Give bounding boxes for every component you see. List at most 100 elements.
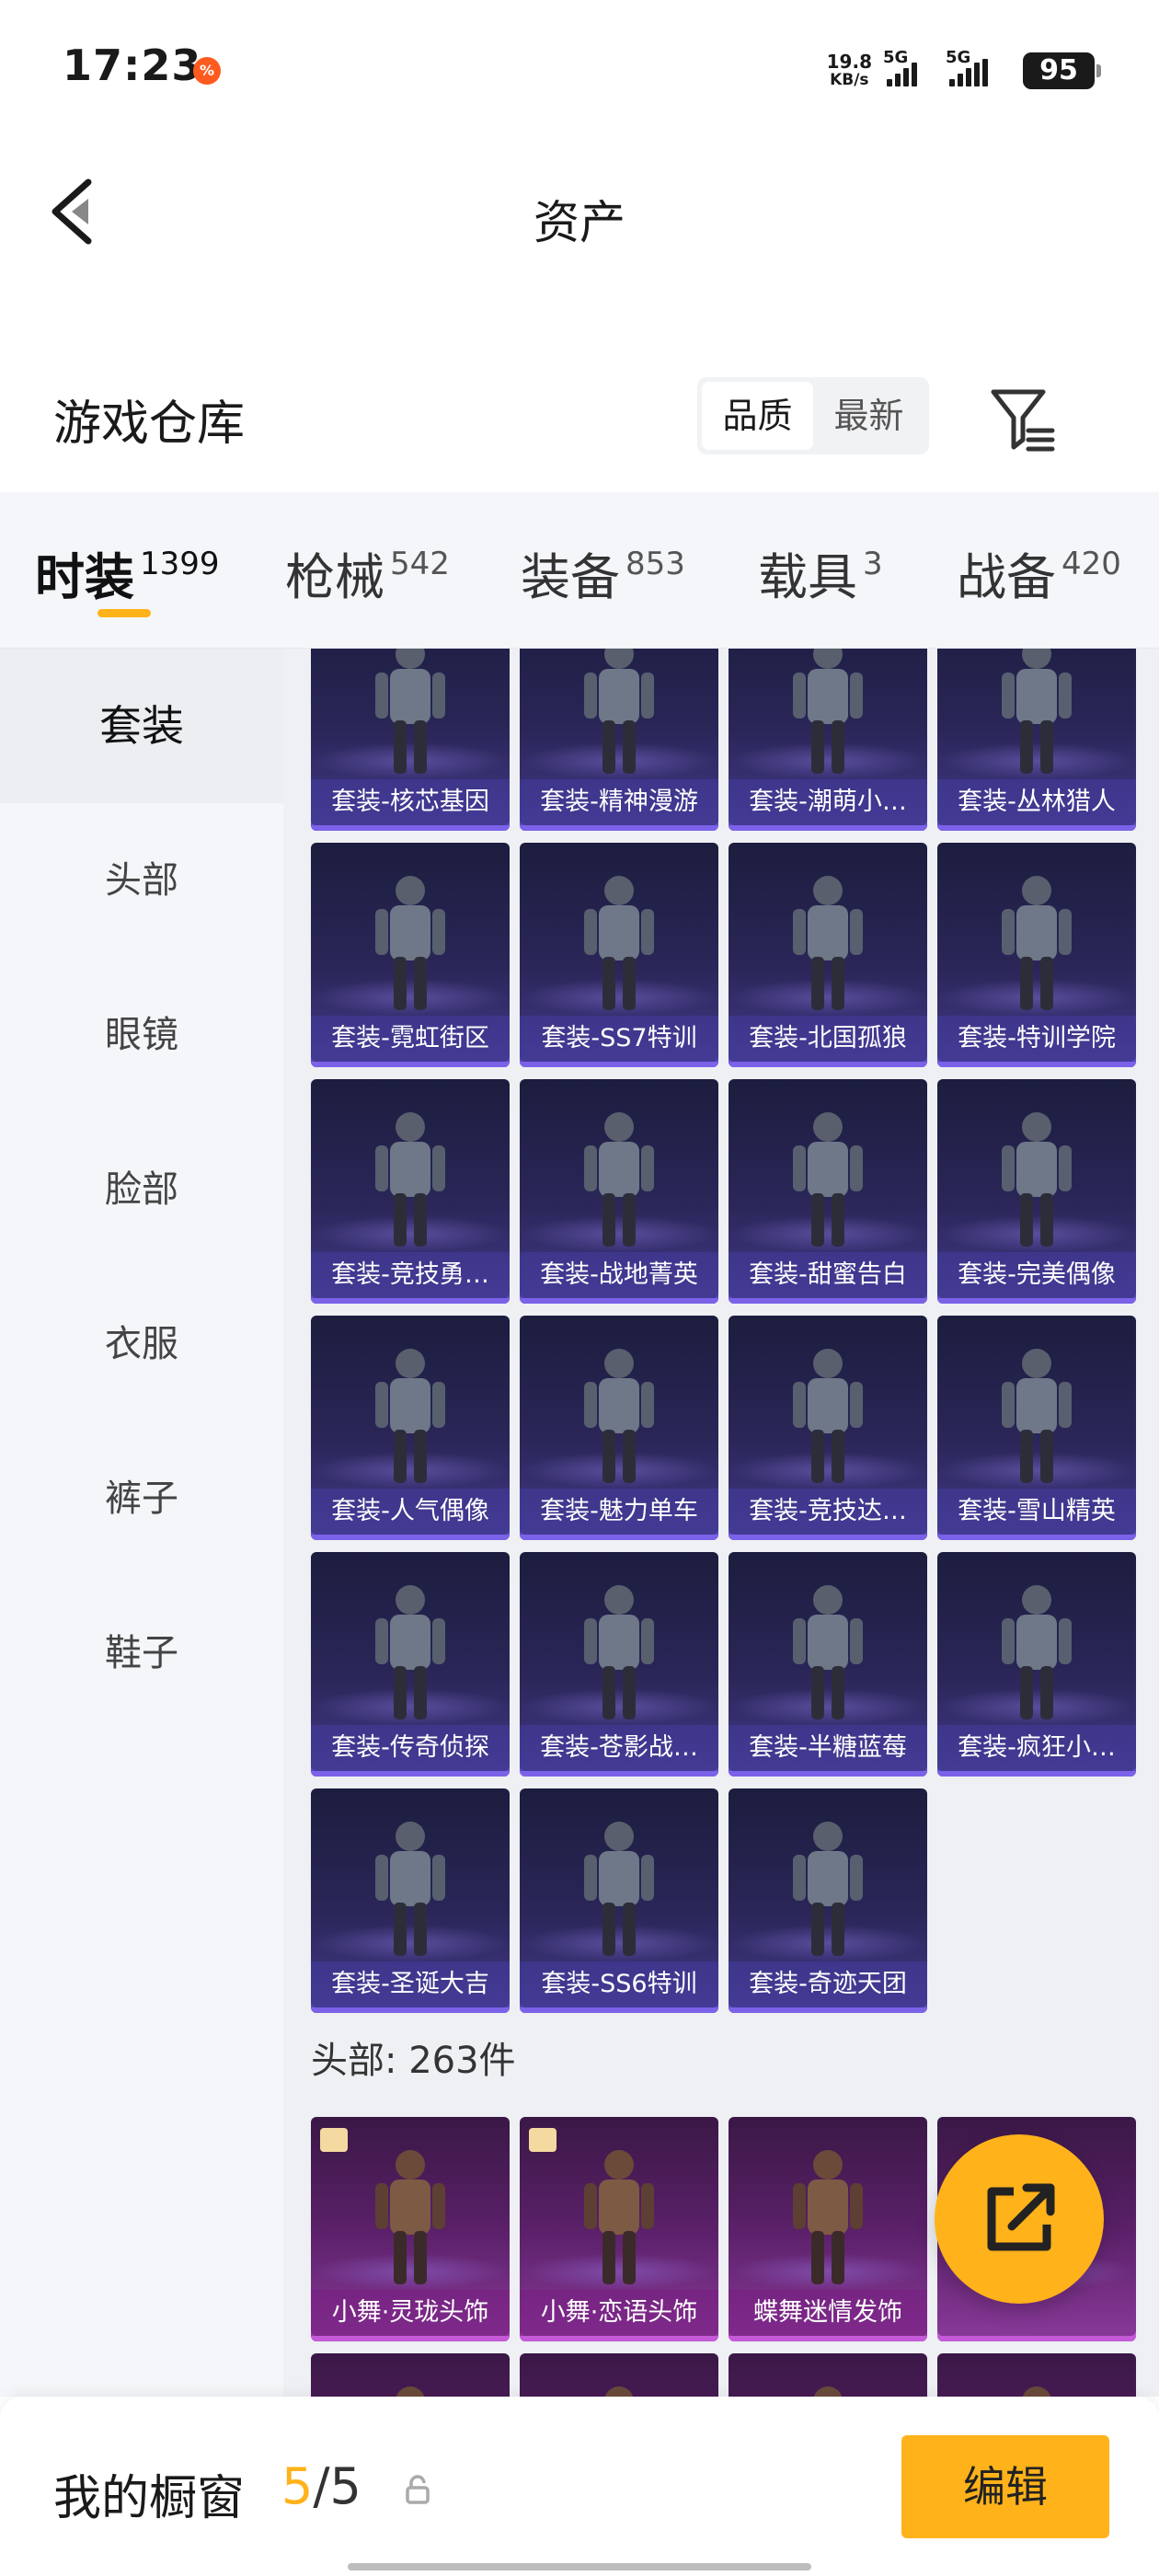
item-image [584,1112,654,1247]
item-image [793,1585,863,1719]
suit-item-tile[interactable]: 套装-传奇侦探 [311,1552,510,1777]
item-name: 套装-人气偶像 [311,1489,510,1535]
head-item-tile[interactable] [311,2353,510,2397]
suit-item-tile[interactable]: 套装-北国孤狼 [729,843,927,1067]
tab-vehicles[interactable]: 载具 3 [758,536,883,609]
item-name: 套装-圣诞大吉 [311,1961,510,2007]
tab-count: 420 [1061,546,1121,582]
shirt-badge-icon [529,2128,557,2152]
head-item-tile[interactable]: 小舞·灵珑头饰 [311,2117,510,2341]
item-image [1002,649,1072,774]
edit-button[interactable]: 编辑 [901,2435,1109,2538]
item-name: 套装-半糖蓝莓 [729,1725,927,1771]
suit-item-tile[interactable]: 套装-SS7特训 [520,843,718,1067]
suit-item-tile[interactable]: 套装-核芯基因 [311,649,510,831]
head-item-tile[interactable] [937,2353,1136,2397]
sim2-label: 5G [946,48,971,67]
sidebar-item-glasses[interactable]: 眼镜 [0,958,283,1112]
suit-item-tile[interactable]: 套装-完美偶像 [937,1079,1136,1304]
suit-item-tile[interactable]: 套装-竞技勇… [311,1079,510,1304]
item-name: 蝶舞迷情发饰 [729,2290,927,2336]
suit-item-tile[interactable]: 套装-半糖蓝莓 [729,1552,927,1777]
suit-item-tile[interactable]: 套装-疯狂小… [937,1552,1136,1777]
showcase-label: 我的橱窗 [53,2471,246,2526]
tab-label: 战备 [957,548,1056,606]
status-time: 17:23 [63,40,202,90]
item-name: 套装-苍影战… [520,1725,718,1771]
item-image [375,649,445,774]
suit-item-tile[interactable]: 套装-苍影战… [520,1552,718,1777]
suit-item-tile[interactable]: 套装-人气偶像 [311,1316,510,1540]
warehouse-title: 游戏仓库 [53,397,246,452]
item-image [604,2386,634,2397]
item-image [793,2150,863,2284]
item-name: 套装-北国孤狼 [729,1016,927,1062]
sort-option-newest[interactable]: 最新 [813,382,924,450]
item-name: 套装-SS7特训 [520,1016,718,1062]
suit-item-tile[interactable]: 套装-雪山精英 [937,1316,1136,1540]
suit-item-tile[interactable]: 套装-霓虹街区 [311,843,510,1067]
tab-guns[interactable]: 枪械 542 [285,536,450,609]
item-image [793,876,863,1010]
suit-item-tile[interactable]: 套装-战地菁英 [520,1079,718,1304]
item-image [1002,1349,1072,1483]
item-image [375,1585,445,1719]
item-image [1002,1112,1072,1247]
sidebar-item-pants[interactable]: 裤子 [0,1421,283,1576]
sort-option-quality[interactable]: 品质 [702,382,813,450]
suit-item-tile[interactable]: 套装-特训学院 [937,843,1136,1067]
head-item-tile[interactable]: 蝶舞迷情发饰 [729,2117,927,2341]
item-image [793,1349,863,1483]
item-image [375,1112,445,1247]
item-image [1002,876,1072,1010]
head-item-tile[interactable]: 小舞·恋语头饰 [520,2117,718,2341]
item-name: 套装-潮萌小… [729,779,927,825]
head-item-tile[interactable] [520,2353,718,2397]
sidebar-item-shoes[interactable]: 鞋子 [0,1576,283,1731]
suit-item-tile[interactable]: 套装-魅力单车 [520,1316,718,1540]
item-name: 套装-战地菁英 [520,1252,718,1298]
suit-item-tile[interactable]: 套装-圣诞大吉 [311,1788,510,2013]
sidebar-item-suit[interactable]: 套装 [0,649,283,803]
category-tabs: 时装 1399 枪械 542 装备 853 载具 3 战备 420 [0,492,1159,649]
sim1-label: 5G [883,48,909,67]
item-image [584,1585,654,1719]
item-image [584,1349,654,1483]
item-image [793,1822,863,1956]
sidebar-item-face[interactable]: 脸部 [0,1112,283,1267]
notification-icon: % [193,57,221,85]
item-name: 小舞·灵珑头饰 [311,2290,510,2336]
home-indicator [348,2563,811,2570]
status-bar: 17:23 % 19.8 KB/s 5G 5G 95 [0,0,1159,138]
item-image [793,1112,863,1247]
suit-item-tile[interactable]: 套装-奇迹天团 [729,1788,927,2013]
item-image [375,1822,445,1956]
suit-item-tile[interactable]: 套装-竞技达… [729,1316,927,1540]
item-image [584,1822,654,1956]
sidebar-item-head[interactable]: 头部 [0,803,283,958]
item-name: 套装-丛林猎人 [937,779,1136,825]
showcase-count: 5/5 [281,2457,361,2515]
filter-icon [991,389,1055,452]
item-name: 套装-雪山精英 [937,1489,1136,1535]
suit-item-tile[interactable]: 套装-丛林猎人 [937,649,1136,831]
item-name: 套装-传奇侦探 [311,1725,510,1771]
item-name: 套装-竞技勇… [311,1252,510,1298]
tab-fashion[interactable]: 时装 1399 [35,536,220,609]
tab-gear[interactable]: 战备 420 [957,536,1121,609]
tab-count: 3 [863,546,883,582]
suit-item-tile[interactable]: 套装-SS6特训 [520,1788,718,2013]
share-external-icon [987,2183,1055,2251]
lock-icon [406,2475,430,2504]
head-item-tile[interactable] [729,2353,927,2397]
filter-button[interactable] [986,383,1060,456]
suit-item-tile[interactable]: 套装-精神漫游 [520,649,718,831]
sidebar-item-clothes[interactable]: 衣服 [0,1267,283,1421]
battery-icon: 95 [1023,52,1101,89]
tab-count: 542 [390,546,450,582]
suit-item-tile[interactable]: 套装-甜蜜告白 [729,1079,927,1304]
tab-equipment[interactable]: 装备 853 [521,536,685,609]
suit-item-tile[interactable]: 套装-潮萌小… [729,649,927,831]
item-image [793,649,863,774]
share-button[interactable] [935,2134,1104,2304]
